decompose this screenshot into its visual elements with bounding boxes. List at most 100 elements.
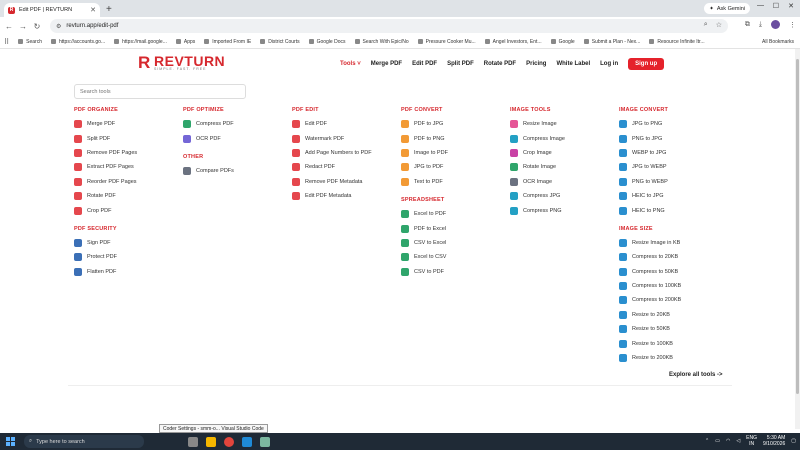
- tool-link[interactable]: PNG to WEBP: [619, 175, 724, 189]
- apps-grid-icon[interactable]: ⠿: [4, 38, 9, 46]
- tool-link[interactable]: Remove PDF Pages: [74, 146, 179, 160]
- tool-link[interactable]: CSV to PDF: [401, 265, 506, 279]
- bookmark-item[interactable]: Search: [18, 39, 42, 45]
- tool-link[interactable]: Remove PDF Metadata: [292, 175, 397, 189]
- tool-link[interactable]: JPG to WEBP: [619, 160, 724, 174]
- tool-link[interactable]: Compare PDFs: [183, 164, 288, 178]
- nav-tools-dropdown[interactable]: Tools ˅: [340, 61, 361, 67]
- bookmark-item[interactable]: Pressure Cooker Mu...: [417, 39, 476, 45]
- bookmark-item[interactable]: Google: [550, 39, 575, 45]
- address-bar[interactable]: ⚙ revturn.app/edit-pdf ⌕ ☆: [50, 19, 728, 33]
- tool-link[interactable]: Crop Image: [510, 146, 615, 160]
- tool-link[interactable]: Rotate PDF: [74, 189, 179, 203]
- tool-link[interactable]: JPG to PNG: [619, 117, 724, 131]
- back-icon[interactable]: ←: [2, 22, 16, 31]
- all-bookmarks-button[interactable]: All Bookmarks: [762, 39, 794, 45]
- minimize-icon[interactable]: —: [757, 2, 764, 9]
- chrome-icon[interactable]: [224, 436, 234, 447]
- clock[interactable]: 5:30 AM 9/10/2026: [763, 435, 785, 447]
- taskbar-search-box[interactable]: ⌕ Type here to search: [24, 435, 144, 448]
- windows-start-icon[interactable]: [6, 437, 15, 446]
- tool-link[interactable]: Flatten PDF: [74, 265, 179, 279]
- tool-link[interactable]: Resize to 50KB: [619, 322, 724, 336]
- menu-kebab-icon[interactable]: ⋮: [789, 21, 796, 29]
- tool-link[interactable]: Compress PNG: [510, 203, 615, 217]
- tool-link[interactable]: Sign PDF: [74, 236, 179, 250]
- bookmark-item[interactable]: Submit a Plan - Nex...: [583, 39, 640, 45]
- tray-chevron-icon[interactable]: ⌃: [705, 438, 709, 444]
- close-tab-icon[interactable]: ✕: [90, 6, 96, 14]
- tool-link[interactable]: Compress to 20KB: [619, 250, 724, 264]
- bookmark-item[interactable]: District Courts: [260, 39, 300, 45]
- nav-white-label[interactable]: White Label: [556, 61, 590, 67]
- tool-link[interactable]: Reorder PDF Pages: [74, 175, 179, 189]
- bookmark-item[interactable]: Angel Investors, Ent...: [484, 39, 542, 45]
- tool-link[interactable]: Crop PDF: [74, 203, 179, 217]
- revturn-logo[interactable]: R REVTURN SIMPLE. FAST. FREE: [138, 54, 225, 72]
- tool-link[interactable]: OCR PDF: [183, 131, 288, 145]
- tool-link[interactable]: Excel to PDF: [401, 207, 506, 221]
- tool-link[interactable]: OCR Image: [510, 175, 615, 189]
- tool-link[interactable]: Watermark PDF: [292, 131, 397, 145]
- tool-link[interactable]: Protect PDF: [74, 250, 179, 264]
- language-indicator[interactable]: ENG IN: [746, 435, 757, 447]
- page-scrollbar[interactable]: [795, 49, 800, 429]
- tool-link[interactable]: PNG to JPG: [619, 131, 724, 145]
- nav-edit-pdf[interactable]: Edit PDF: [412, 61, 437, 67]
- bookmark-item[interactable]: Search With Epic/No: [354, 39, 409, 45]
- tool-link[interactable]: Compress to 200KB: [619, 293, 724, 307]
- tool-link[interactable]: PDF to JPG: [401, 117, 506, 131]
- maximize-icon[interactable]: ☐: [773, 2, 779, 10]
- window-close-icon[interactable]: ✕: [788, 2, 794, 10]
- zoom-icon[interactable]: ⌕: [704, 21, 708, 29]
- download-icon[interactable]: ⤓: [759, 21, 762, 29]
- tool-link[interactable]: PDF to PNG: [401, 131, 506, 145]
- tool-link[interactable]: CSV to Excel: [401, 236, 506, 250]
- tool-link[interactable]: JPG to PDF: [401, 160, 506, 174]
- bookmark-item[interactable]: Apps: [175, 39, 195, 45]
- forward-icon[interactable]: →: [16, 22, 30, 31]
- browser-tab[interactable]: R Edit PDF | REVTURN ✕: [4, 3, 100, 17]
- ask-gemini-button[interactable]: ✦ Ask Gemini: [704, 3, 750, 14]
- tool-link[interactable]: Resize to 100KB: [619, 336, 724, 350]
- task-view-icon[interactable]: [188, 436, 198, 447]
- notification-icon[interactable]: ▢: [791, 438, 796, 444]
- extensions-icon[interactable]: ⧉: [745, 21, 750, 29]
- tool-link[interactable]: HEIC to JPG: [619, 189, 724, 203]
- volume-icon[interactable]: ◁: [736, 438, 740, 444]
- site-info-icon[interactable]: ⚙: [56, 23, 61, 30]
- bookmark-item[interactable]: https://accounts.go...: [50, 39, 105, 45]
- tool-link[interactable]: Edit PDF Metadata: [292, 189, 397, 203]
- tool-link[interactable]: PDF to Excel: [401, 221, 506, 235]
- app-icon[interactable]: [260, 436, 270, 447]
- nav-rotate-pdf[interactable]: Rotate PDF: [484, 61, 516, 67]
- tool-link[interactable]: Compress to 50KB: [619, 265, 724, 279]
- tool-link[interactable]: Split PDF: [74, 131, 179, 145]
- tool-link[interactable]: Resize Image: [510, 117, 615, 131]
- profile-avatar[interactable]: [771, 20, 780, 29]
- nav-merge-pdf[interactable]: Merge PDF: [371, 61, 402, 67]
- bookmark-item[interactable]: Google Docs: [308, 39, 346, 45]
- tool-link[interactable]: Edit PDF: [292, 117, 397, 131]
- nav-login[interactable]: Log in: [600, 61, 618, 67]
- tool-link[interactable]: HEIC to PNG: [619, 203, 724, 217]
- nav-pricing[interactable]: Pricing: [526, 61, 546, 67]
- tool-link[interactable]: Resize Image in KB: [619, 236, 724, 250]
- tool-link[interactable]: WEBP to JPG: [619, 146, 724, 160]
- tool-link[interactable]: Excel to CSV: [401, 250, 506, 264]
- tool-link[interactable]: Resize to 20KB: [619, 308, 724, 322]
- tool-link[interactable]: Text to PDF: [401, 175, 506, 189]
- tool-link[interactable]: Add Page Numbers to PDF: [292, 146, 397, 160]
- search-tools-input[interactable]: [74, 84, 246, 99]
- tool-link[interactable]: Compress PDF: [183, 117, 288, 131]
- signup-button[interactable]: Sign up: [628, 58, 665, 70]
- bookmark-item[interactable]: Resource Infinite Itr...: [649, 39, 705, 45]
- tool-link[interactable]: Resize to 200KB: [619, 351, 724, 365]
- scrollbar-thumb[interactable]: [796, 59, 799, 394]
- wifi-icon[interactable]: ◠: [726, 438, 730, 444]
- tool-link[interactable]: Redact PDF: [292, 160, 397, 174]
- new-tab-icon[interactable]: +: [106, 3, 112, 17]
- explore-all-tools-link[interactable]: Explore all tools ->: [669, 372, 723, 378]
- network-icon[interactable]: ▭: [715, 438, 720, 444]
- tool-link[interactable]: Compress JPG: [510, 189, 615, 203]
